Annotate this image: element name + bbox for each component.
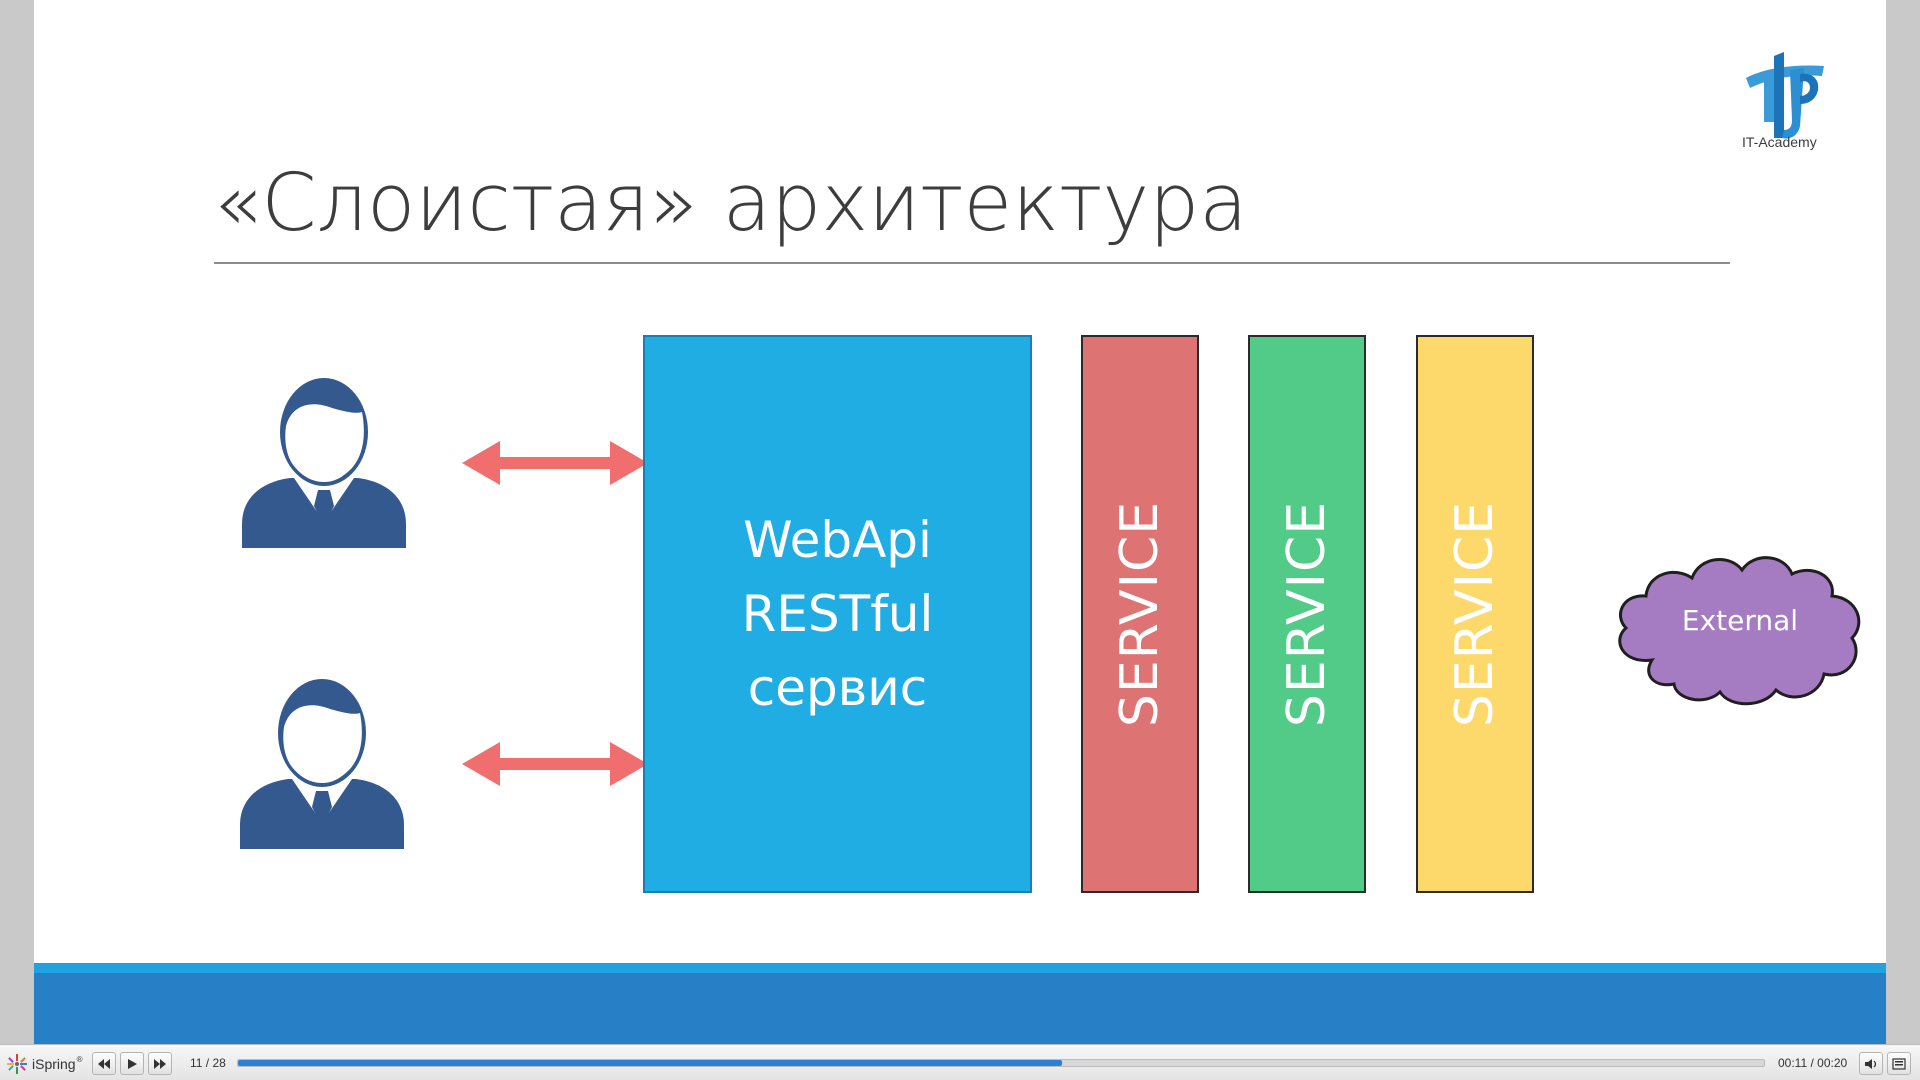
service-box-yellow: SERVICE [1416,335,1534,893]
user-icon [240,679,404,849]
previous-button[interactable] [92,1052,116,1075]
logo-text: IT-Academy [1742,134,1817,150]
stage: «Слоистая» архитектура IT-Academy WebApi… [0,0,1920,1044]
title-divider [214,262,1730,264]
webapi-box: WebApi RESTful сервис [643,335,1032,893]
footer-band-light [34,963,1886,973]
brand-text: iSpring [32,1056,76,1072]
slide-title: «Слоистая» архитектура [213,157,1248,249]
time-readout: 00:11 / 00:20 [1778,1056,1848,1070]
webapi-line: сервис [747,659,928,717]
volume-button[interactable] [1859,1052,1883,1075]
double-arrow-icon [462,441,648,485]
webapi-text: WebApi RESTful сервис [742,503,934,725]
service-label: SERVICE [1277,500,1337,728]
outline-icon [1892,1057,1906,1070]
speaker-icon [1865,1058,1877,1069]
external-label: External [1681,604,1799,637]
footer-band-dark [34,973,1886,1044]
rewind-icon [98,1058,110,1069]
service-label: SERVICE [1445,500,1505,728]
player-bar: iSpring ® 11 / 28 00:11 / 00:20 [0,1044,1920,1080]
double-arrow-icon [462,742,648,786]
progress-bar[interactable] [237,1059,1765,1067]
service-box-red: SERVICE [1081,335,1199,893]
service-box-green: SERVICE [1248,335,1366,893]
fast-forward-icon [154,1058,166,1069]
slide: «Слоистая» архитектура IT-Academy WebApi… [34,0,1886,1044]
slide-counter: 11 / 28 [190,1056,226,1070]
next-button[interactable] [148,1052,172,1075]
ispring-brand: iSpring ® [6,1053,106,1075]
webapi-line: RESTful [741,585,934,643]
service-label: SERVICE [1110,500,1170,728]
webapi-line: WebApi [743,511,932,569]
progress-fill [238,1060,1063,1066]
registered-mark: ® [76,1055,83,1064]
outline-button[interactable] [1887,1052,1911,1075]
ispring-logo-icon [7,1054,27,1074]
user-icon [242,378,406,548]
play-button[interactable] [120,1052,144,1075]
play-icon [128,1058,137,1069]
